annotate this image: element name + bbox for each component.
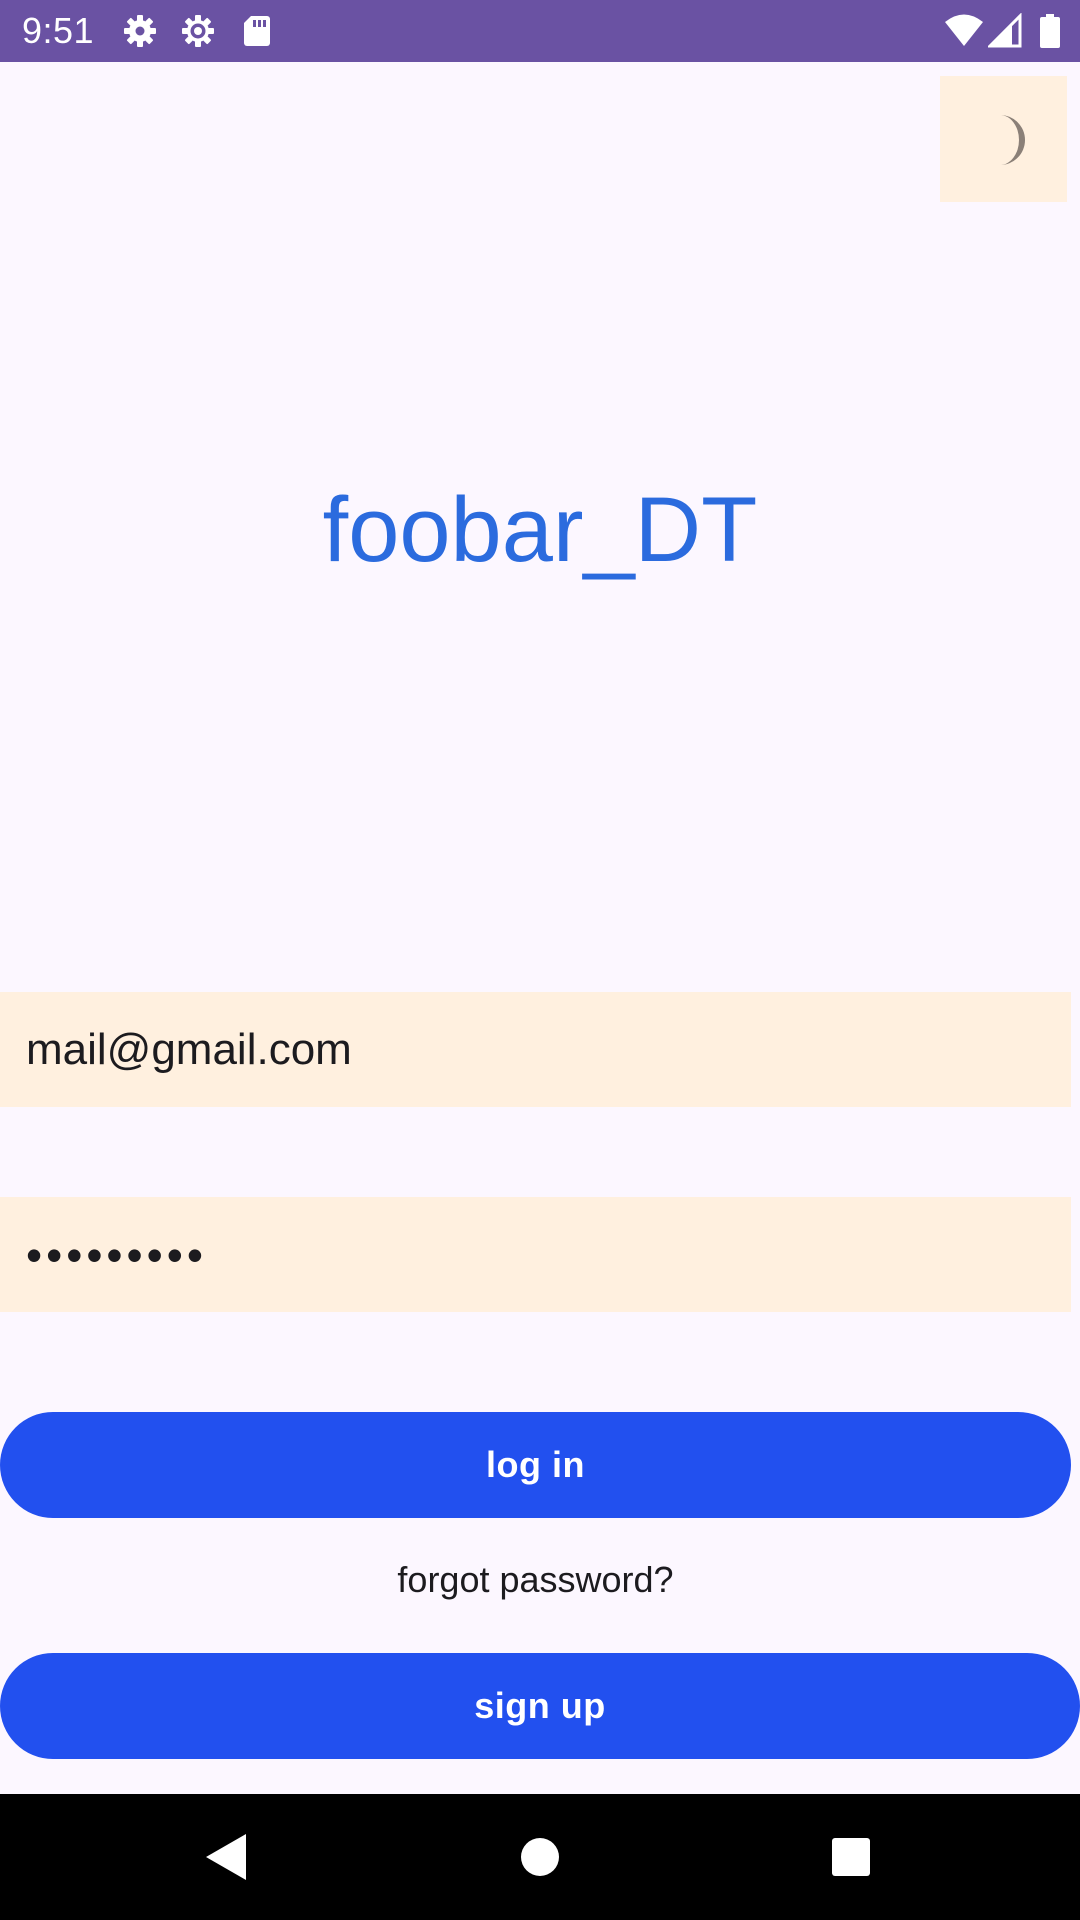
recents-icon[interactable] <box>818 1824 884 1890</box>
status-time: 9:51 <box>22 10 95 51</box>
signup-button-label: sign up <box>474 1685 606 1726</box>
wifi-icon <box>944 13 984 49</box>
cellular-signal-icon <box>986 12 1024 49</box>
email-field[interactable]: mail@gmail.com <box>0 992 1071 1107</box>
home-icon[interactable] <box>507 1824 573 1890</box>
login-button-label: log in <box>486 1444 585 1485</box>
theme-toggle-button[interactable] <box>940 76 1067 202</box>
email-value: mail@gmail.com <box>26 1024 352 1074</box>
password-value: ••••••••• <box>26 1228 207 1281</box>
status-bar: 9:51 <box>0 0 1080 62</box>
forgot-password-link[interactable]: forgot password? <box>0 1558 1071 1602</box>
sd-card-icon <box>239 13 275 49</box>
back-icon[interactable] <box>200 1824 266 1890</box>
signup-button[interactable]: sign up <box>0 1653 1080 1759</box>
settings-gear-filled-icon <box>122 13 158 49</box>
app-title: foobar_DT <box>322 479 758 581</box>
settings-gear-outline-icon <box>180 13 216 49</box>
battery-icon <box>1038 13 1062 49</box>
login-button[interactable]: log in <box>0 1412 1071 1518</box>
navigation-bar <box>0 1794 1080 1920</box>
password-field[interactable]: ••••••••• <box>0 1197 1071 1312</box>
